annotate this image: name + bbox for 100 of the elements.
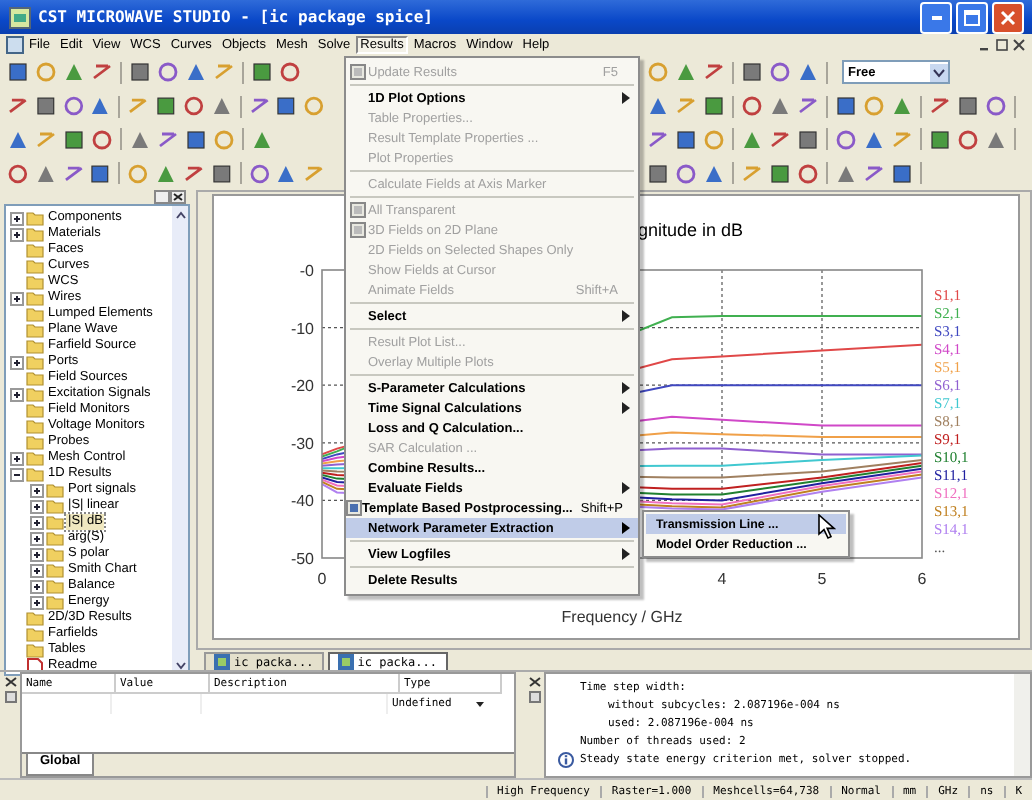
tool-icon[interactable] (88, 94, 113, 119)
tool-icon[interactable] (796, 161, 820, 186)
scrollbar[interactable] (172, 206, 188, 674)
scroll-up-icon[interactable] (173, 208, 187, 222)
tool-icon[interactable] (928, 94, 952, 119)
tool-icon[interactable] (184, 127, 208, 152)
expand-icon[interactable] (30, 547, 44, 561)
tool-icon[interactable] (646, 127, 670, 152)
tool-icon[interactable] (702, 94, 726, 119)
tool-icon[interactable] (61, 94, 85, 119)
panel-controls-icon[interactable] (3, 676, 17, 704)
y-tick-label: -40 (290, 492, 314, 511)
tool-icon[interactable] (90, 127, 114, 152)
tool-icon[interactable] (62, 127, 86, 152)
tool-icon[interactable] (184, 60, 208, 85)
tool-icon[interactable] (702, 161, 726, 186)
close-button[interactable] (992, 1, 1024, 33)
expand-icon[interactable] (30, 499, 44, 513)
expand-icon[interactable] (10, 451, 24, 465)
tool-icon[interactable] (862, 161, 886, 186)
expand-icon[interactable] (10, 211, 24, 225)
tool-icon[interactable] (796, 127, 820, 152)
tool-icon[interactable] (6, 60, 30, 85)
tool-icon[interactable] (154, 94, 178, 119)
tool-icon[interactable] (890, 161, 914, 186)
tool-icon[interactable] (674, 161, 698, 186)
tool-icon[interactable] (33, 94, 58, 119)
collapse-icon[interactable] (10, 467, 24, 481)
tool-icon[interactable] (6, 127, 30, 152)
tool-icon[interactable] (984, 94, 1008, 119)
close-icon (1000, 9, 1016, 25)
maximize-button[interactable] (956, 1, 988, 33)
tool-icon[interactable] (128, 60, 152, 85)
tool-icon[interactable] (278, 60, 302, 85)
info-icon (558, 751, 574, 767)
tool-icon[interactable] (6, 94, 30, 119)
submenu-arrow-icon (622, 310, 630, 322)
tool-icon[interactable] (768, 60, 792, 85)
tool-icon[interactable] (250, 60, 274, 85)
expand-icon[interactable] (10, 387, 24, 401)
tool-icon[interactable] (181, 94, 206, 119)
tool-icon[interactable] (768, 161, 792, 186)
maximize-icon (964, 9, 980, 25)
minimize-button[interactable] (920, 1, 952, 33)
expand-icon[interactable] (10, 355, 24, 369)
tool-icon[interactable] (928, 127, 952, 152)
pointer-icon (818, 514, 836, 540)
tool-icon[interactable] (646, 94, 670, 119)
tool-icon[interactable] (646, 161, 670, 186)
document-icon (214, 654, 230, 670)
tool-icon[interactable] (274, 161, 299, 186)
dropdown-arrow-icon (930, 63, 948, 82)
tool-icon[interactable] (181, 161, 206, 186)
submenu-arrow-icon (622, 548, 630, 560)
tool-icon[interactable] (956, 127, 980, 152)
expand-icon[interactable] (30, 595, 44, 609)
y-tick-label: -50 (290, 550, 314, 568)
scrollbar[interactable] (1014, 674, 1030, 776)
tool-icon[interactable] (156, 60, 180, 85)
x-tick-label: 4 (717, 570, 727, 588)
tool-icon[interactable] (768, 127, 792, 152)
expand-icon[interactable] (10, 291, 24, 305)
tool-icon[interactable] (674, 127, 698, 152)
tool-icon[interactable] (834, 127, 858, 152)
expand-icon[interactable] (30, 531, 44, 545)
submenu-arrow-icon (622, 522, 630, 534)
tool-icon[interactable] (209, 161, 234, 186)
window-controls-icon[interactable] (978, 38, 1026, 52)
submenu-arrow-icon (622, 92, 630, 104)
scroll-down-icon[interactable] (173, 658, 187, 672)
minimize-icon (931, 15, 941, 19)
x-tick-label: 0 (317, 570, 327, 588)
tool-icon[interactable] (247, 161, 271, 186)
tool-icon[interactable] (6, 161, 30, 186)
panel-controls-icon[interactable] (154, 190, 186, 204)
tool-icon[interactable] (796, 94, 820, 119)
tool-icon[interactable] (740, 94, 764, 119)
tool-icon[interactable] (862, 127, 886, 152)
x-tick-label: 5 (817, 570, 827, 588)
y-tick-label: -0 (299, 262, 314, 280)
expand-icon[interactable] (30, 483, 44, 497)
tool-icon[interactable] (834, 94, 858, 119)
tool-icon[interactable] (274, 94, 299, 119)
dropdown-arrow-icon (472, 696, 488, 712)
y-tick-label: -20 (290, 377, 314, 396)
tool-icon[interactable] (90, 60, 114, 85)
tool-icon[interactable] (796, 60, 820, 85)
tool-icon[interactable] (956, 94, 980, 119)
tool-icon[interactable] (702, 60, 726, 85)
tool-icon[interactable] (247, 94, 271, 119)
expand-icon[interactable] (30, 515, 44, 529)
expand-icon[interactable] (30, 563, 44, 577)
expand-icon[interactable] (30, 579, 44, 593)
panel-controls-icon[interactable] (527, 676, 541, 704)
expand-icon[interactable] (10, 227, 24, 241)
tool-icon[interactable] (740, 60, 764, 85)
tool-icon[interactable] (61, 161, 85, 186)
window-title: CST MICROWAVE STUDIO - [ic package spice] (38, 8, 435, 26)
tool-icon[interactable] (88, 161, 113, 186)
tool-icon[interactable] (156, 127, 180, 152)
